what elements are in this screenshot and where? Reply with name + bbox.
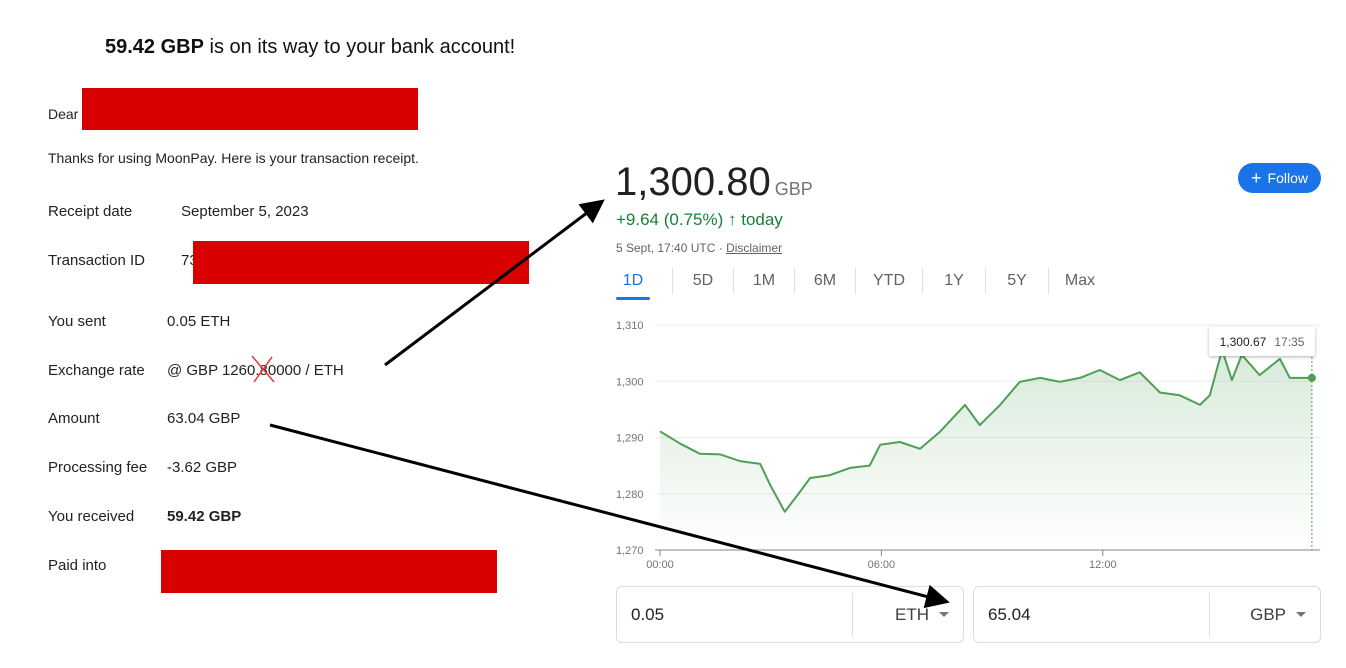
cross-out-mark [251,355,275,383]
from-converter: 0.05 ETH [616,586,964,643]
to-converter: 65.04 GBP [973,586,1321,643]
follow-label: Follow [1267,170,1308,186]
x-tick-label: 06:00 [868,559,896,571]
y-tick-label: 1,280 [616,489,644,501]
price-change: +9.64 (0.75%) ↑ today [616,210,783,230]
from-currency-select[interactable]: ETH [853,605,963,625]
chevron-down-icon [939,612,949,617]
redaction-paid-into [161,550,497,593]
chart-tooltip: 1,300.67 17:35 [1209,327,1315,356]
you-received-label: You received [48,508,135,525]
redaction-transaction-id [193,241,529,284]
price-currency: GBP [774,179,813,199]
amount-value: 63.04 GBP [167,410,241,427]
arrow-up-icon: ↑ [723,210,742,229]
disclaimer-link[interactable]: Disclaimer [726,241,782,255]
you-sent-value: 0.05 ETH [167,313,231,330]
tab-1m[interactable]: 1M [734,268,794,294]
range-tabs: 1D 5D 1M 6M YTD 1Y 5Y Max [616,268,1111,300]
data-point [1307,373,1316,382]
dear-label: Dear [48,106,79,122]
tab-ytd[interactable]: YTD [856,268,922,294]
y-tick-label: 1,310 [616,320,644,332]
to-amount-input[interactable]: 65.04 [974,605,1209,625]
redaction-name [82,88,418,130]
from-amount-input[interactable]: 0.05 [617,605,852,625]
tab-5d[interactable]: 5D [673,268,733,294]
timestamp: 5 Sept, 17:40 UTC · Disclaimer [616,241,782,255]
tab-6m[interactable]: 6M [795,268,855,294]
follow-button[interactable]: + Follow [1238,163,1321,193]
to-currency-label: GBP [1250,604,1286,624]
you-received-value: 59.42 GBP [167,508,242,525]
tab-1y[interactable]: 1Y [923,268,985,294]
tab-5y[interactable]: 5Y [986,268,1048,294]
price: 1,300.80 GBP [615,160,813,205]
y-tick-label: 1,300 [616,376,644,388]
headline: 59.42 GBP is on its way to your bank acc… [105,36,515,59]
tooltip-time: 17:35 [1274,334,1305,349]
y-tick-label: 1,290 [616,433,644,445]
chevron-down-icon [1296,612,1306,617]
receipt-date-label: Receipt date [48,203,133,220]
change-value: +9.64 (0.75%) [616,210,724,229]
receipt-date-value: September 5, 2023 [181,203,309,220]
y-tick-label: 1,270 [616,545,644,557]
to-currency-select[interactable]: GBP [1210,605,1320,625]
transaction-id-label: Transaction ID [48,252,145,269]
processing-fee-label: Processing fee [48,459,148,476]
headline-amount: 59.42 GBP [105,36,204,58]
from-currency-label: ETH [895,604,929,624]
timestamp-text: 5 Sept, 17:40 UTC · [616,241,727,255]
plus-icon: + [1251,167,1262,188]
thanks-text: Thanks for using MoonPay. Here is your t… [48,150,419,166]
tooltip-value: 1,300.67 [1219,334,1267,349]
you-sent-label: You sent [48,313,106,330]
amount-label: Amount [48,410,100,427]
tab-max[interactable]: Max [1049,268,1111,294]
price-value: 1,300.80 [615,160,771,204]
x-tick-label: 12:00 [1089,559,1117,571]
exchange-rate-label: Exchange rate [48,362,145,379]
processing-fee-value: -3.62 GBP [167,459,238,476]
x-tick-label: 00:00 [646,559,674,571]
arrow-rate-to-price [384,199,605,367]
headline-text: is on its way to your bank account! [203,36,516,58]
tab-1d[interactable]: 1D [616,268,650,300]
change-suffix: today [741,210,783,229]
paid-into-label: Paid into [48,557,107,574]
